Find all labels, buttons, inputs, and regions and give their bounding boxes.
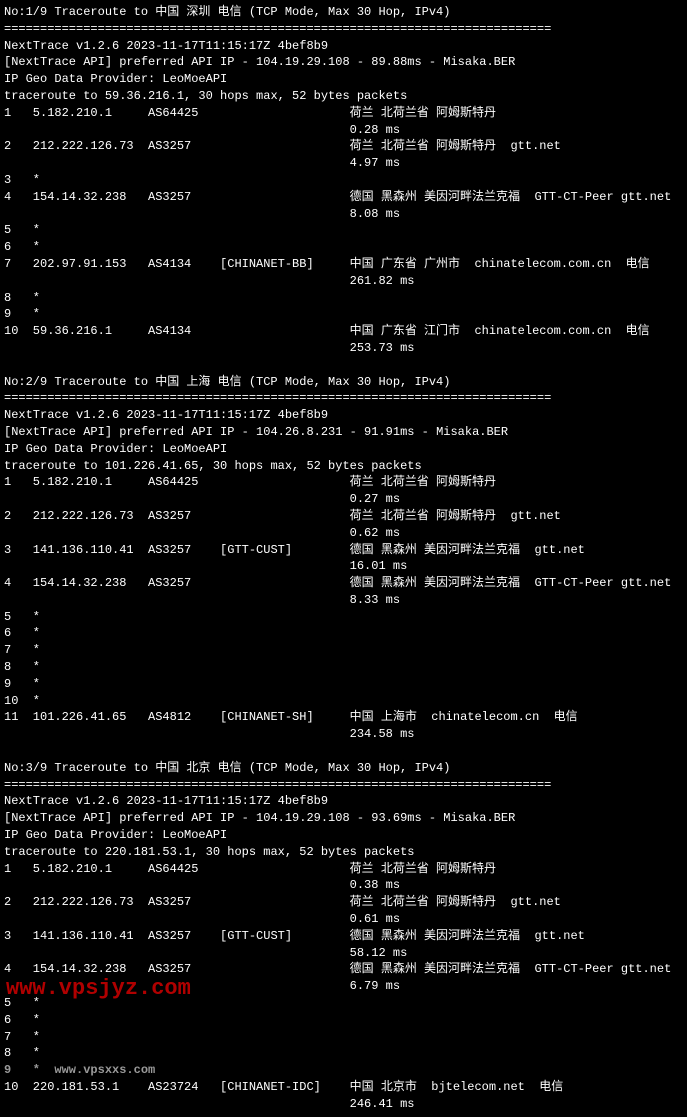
divider: ========================================…: [4, 21, 683, 38]
hop-line: 0.28 ms: [4, 122, 683, 139]
cmd-line: traceroute to 101.226.41.65, 30 hops max…: [4, 458, 683, 475]
hop-line: 5 *: [4, 609, 683, 626]
hop-line: 7 *: [4, 1029, 683, 1046]
blank: [4, 357, 683, 374]
geo-line: IP Geo Data Provider: LeoMoeAPI: [4, 827, 683, 844]
hop-line: 5 *: [4, 222, 683, 239]
hop-line: 10 220.181.53.1 AS23724 [CHINANET-IDC] 中…: [4, 1079, 683, 1096]
hop-line: 0.38 ms: [4, 877, 683, 894]
cmd-line: traceroute to 59.36.216.1, 30 hops max, …: [4, 88, 683, 105]
hop-line: 10 59.36.216.1 AS4134 中国 广东省 江门市 chinate…: [4, 323, 683, 340]
hop-line: 1 5.182.210.1 AS64425 荷兰 北荷兰省 阿姆斯特丹: [4, 105, 683, 122]
hop-line: 2 212.222.126.73 AS3257 荷兰 北荷兰省 阿姆斯特丹 gt…: [4, 138, 683, 155]
watermark-grey: 9 * www.vpsxxs.com: [4, 1062, 683, 1079]
hop-line: 4 154.14.32.238 AS3257 德国 黑森州 美因河畔法兰克福 G…: [4, 575, 683, 592]
watermark-red: www.vpsjyz.com: [6, 974, 191, 1005]
hop-line: 16.01 ms: [4, 558, 683, 575]
hop-line: 2 212.222.126.73 AS3257 荷兰 北荷兰省 阿姆斯特丹 gt…: [4, 508, 683, 525]
hop-line: 3 *: [4, 172, 683, 189]
hop-line: 6 *: [4, 239, 683, 256]
hop-line: 8 *: [4, 659, 683, 676]
hop-line: 246.41 ms: [4, 1096, 683, 1113]
divider: ========================================…: [4, 390, 683, 407]
hop-line: 8.33 ms: [4, 592, 683, 609]
cmd-line: traceroute to 220.181.53.1, 30 hops max,…: [4, 844, 683, 861]
hop-line: 9 *: [4, 676, 683, 693]
hop-line: 7 *: [4, 642, 683, 659]
api-line: [NextTrace API] preferred API IP - 104.1…: [4, 810, 683, 827]
hop-line: 261.82 ms: [4, 273, 683, 290]
trace-header: No:1/9 Traceroute to 中国 深圳 电信 (TCP Mode,…: [4, 4, 683, 21]
hop-line: 10 *: [4, 693, 683, 710]
hop-line: 7 202.97.91.153 AS4134 [CHINANET-BB] 中国 …: [4, 256, 683, 273]
hop-line: 234.58 ms: [4, 726, 683, 743]
api-line: [NextTrace API] preferred API IP - 104.1…: [4, 54, 683, 71]
hop-line: 8 *: [4, 1045, 683, 1062]
hop-line: 2 212.222.126.73 AS3257 荷兰 北荷兰省 阿姆斯特丹 gt…: [4, 894, 683, 911]
hop-line: 1 5.182.210.1 AS64425 荷兰 北荷兰省 阿姆斯特丹: [4, 474, 683, 491]
blank: [4, 743, 683, 760]
trace-header: No:3/9 Traceroute to 中国 北京 电信 (TCP Mode,…: [4, 760, 683, 777]
hop-line: 4 154.14.32.238 AS3257 德国 黑森州 美因河畔法兰克福 G…: [4, 189, 683, 206]
hop-line: 253.73 ms: [4, 340, 683, 357]
hop-line: 6 *: [4, 1012, 683, 1029]
hop-line: 0.61 ms: [4, 911, 683, 928]
hop-line: 11 101.226.41.65 AS4812 [CHINANET-SH] 中国…: [4, 709, 683, 726]
hop-line: 8 *: [4, 290, 683, 307]
hop-line: 3 141.136.110.41 AS3257 [GTT-CUST] 德国 黑森…: [4, 928, 683, 945]
version-line: NextTrace v1.2.6 2023-11-17T11:15:17Z 4b…: [4, 793, 683, 810]
trace-header: No:2/9 Traceroute to 中国 上海 电信 (TCP Mode,…: [4, 374, 683, 391]
version-line: NextTrace v1.2.6 2023-11-17T11:15:17Z 4b…: [4, 38, 683, 55]
hop-line: 58.12 ms: [4, 945, 683, 962]
api-line: [NextTrace API] preferred API IP - 104.2…: [4, 424, 683, 441]
hop-line: 3 141.136.110.41 AS3257 [GTT-CUST] 德国 黑森…: [4, 542, 683, 559]
hop-line: 0.27 ms: [4, 491, 683, 508]
terminal-output: { "divider": "==========================…: [4, 4, 683, 1113]
hop-line: 4.97 ms: [4, 155, 683, 172]
version-line: NextTrace v1.2.6 2023-11-17T11:15:17Z 4b…: [4, 407, 683, 424]
hop-line: 0.62 ms: [4, 525, 683, 542]
hop-line: 6 *: [4, 625, 683, 642]
hop-line: 1 5.182.210.1 AS64425 荷兰 北荷兰省 阿姆斯特丹: [4, 861, 683, 878]
geo-line: IP Geo Data Provider: LeoMoeAPI: [4, 71, 683, 88]
divider: ========================================…: [4, 777, 683, 794]
hop-line: 8.08 ms: [4, 206, 683, 223]
hop-line: 9 *: [4, 306, 683, 323]
geo-line: IP Geo Data Provider: LeoMoeAPI: [4, 441, 683, 458]
